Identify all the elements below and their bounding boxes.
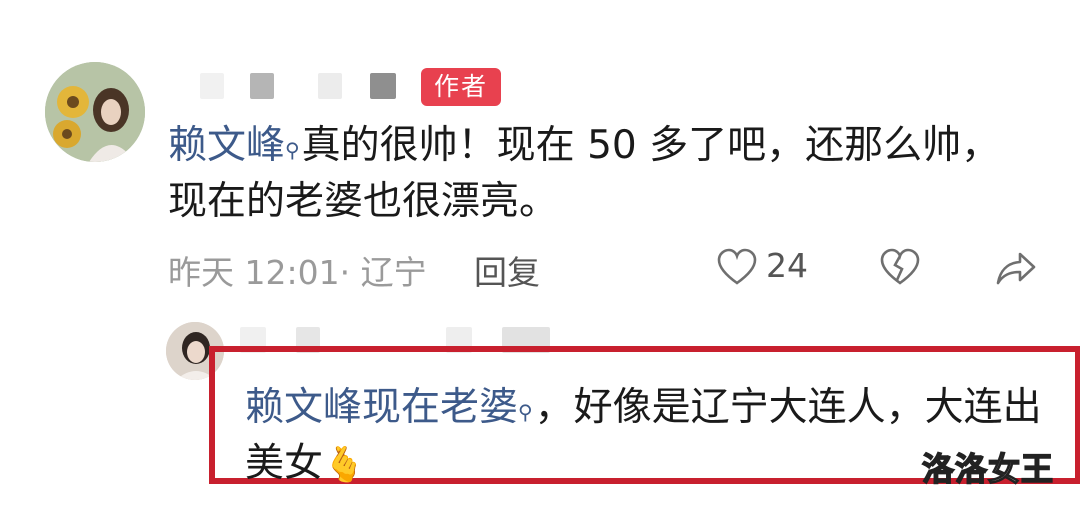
like-count: 24 — [766, 246, 808, 285]
search-icon: ⚲ — [285, 138, 300, 162]
comment-text: 赖文峰⚲真的很帅！现在 50 多了吧，还那么帅，现在的老婆也很漂亮。 — [168, 118, 1008, 230]
finger-heart-emoji: 🫰 — [323, 445, 366, 485]
watermark: 洛洛女王 — [921, 449, 1055, 489]
broken-heart-icon[interactable] — [880, 248, 920, 288]
blurred-username — [200, 72, 396, 100]
reply-button[interactable]: 回复 — [474, 246, 540, 294]
commenter-avatar[interactable] — [45, 62, 145, 162]
author-badge: 作者 — [421, 68, 501, 106]
search-icon: ⚲ — [518, 400, 533, 424]
comment-timestamp: 昨天 12:01· 辽宁 — [168, 253, 427, 292]
mention-link[interactable]: 赖文峰 — [168, 123, 285, 168]
heart-icon[interactable] — [717, 248, 757, 288]
share-icon[interactable] — [994, 250, 1038, 288]
reply-mention-link[interactable]: 赖文峰现在老婆 — [245, 385, 518, 430]
